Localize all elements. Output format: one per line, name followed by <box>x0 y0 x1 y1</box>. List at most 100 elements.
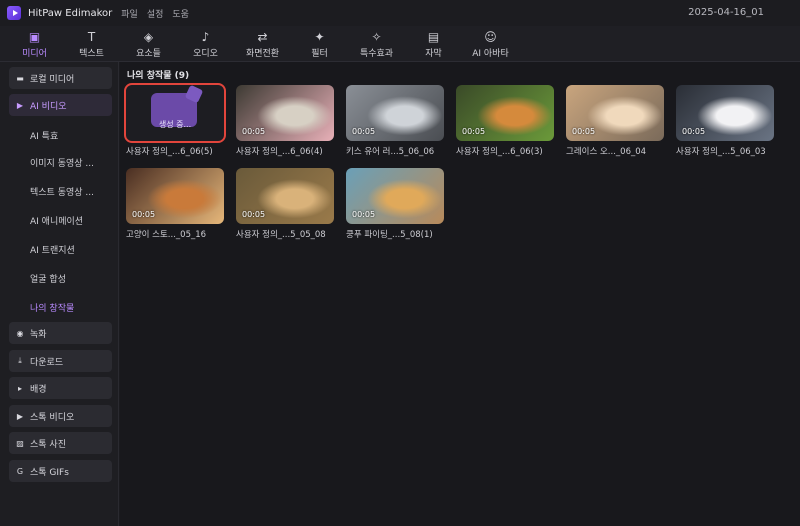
tab-elements[interactable]: ◈ 요소들 <box>120 26 177 62</box>
video-thumbnail[interactable]: 00:05 <box>456 85 554 141</box>
expand-arrow-icon: ▸ <box>17 383 22 393</box>
effects-icon: ✧ <box>371 29 382 44</box>
sidebar-item-expand-arrow[interactable]: ▸ 배경 <box>9 377 112 399</box>
media-card[interactable]: 00:05 사용자 정의_...5_05_08 <box>236 168 334 240</box>
sidebar-item-folder[interactable]: ▬ 로컬 미디어 <box>9 67 112 89</box>
tab-transition[interactable]: ⇄ 화면전환 <box>234 26 291 62</box>
media-caption: 사용자 정의_...6_06(3) <box>456 147 543 157</box>
sidebar-subitem[interactable]: AI 트랜지션 <box>30 243 75 256</box>
media-card[interactable]: 00:05 사용자 정의_...6_06(4) <box>236 85 334 157</box>
sidebar-item-download[interactable]: ⤓ 다운로드 <box>9 350 112 372</box>
sidebar-subitem[interactable]: 이미지 동영상 ... <box>30 156 94 169</box>
sidebar-item-label: 배경 <box>30 384 47 395</box>
tab-label: 미디어 <box>22 48 47 59</box>
title-bar: HitPaw Edimakor 파일 설정 도움 2025-04-16_01 <box>0 0 800 26</box>
app-name: HitPaw Edimakor <box>28 7 113 19</box>
menu-file[interactable]: 파일 <box>121 7 138 20</box>
sidebar-item-label: 스톡 비디오 <box>30 412 75 423</box>
tab-label: 요소들 <box>136 48 161 59</box>
tab-avatar[interactable]: ☺ AI 아바타 <box>462 26 519 62</box>
video-thumbnail[interactable]: 00:05 <box>236 168 334 224</box>
tab-effects[interactable]: ✧ 특수효과 <box>348 26 405 62</box>
duration-badge: 00:05 <box>242 127 266 136</box>
video-thumbnail[interactable]: 00:05 <box>566 85 664 141</box>
media-icon: ▣ <box>28 29 41 44</box>
media-card[interactable]: 생성 중... 사용자 정의_...6_06(5) <box>124 83 226 157</box>
generating-status: 생성 중... <box>158 120 192 129</box>
app-logo-icon <box>7 6 21 20</box>
duration-badge: 00:05 <box>132 210 156 219</box>
sidebar-subitem[interactable]: 얼굴 합성 <box>30 272 66 285</box>
elements-icon: ◈ <box>143 29 154 44</box>
menu-settings[interactable]: 설정 <box>147 7 164 20</box>
tab-text[interactable]: T 텍스트 <box>63 26 120 62</box>
main-toolbar: ▣ 미디어 T 텍스트 ◈ 요소들 ♪ 오디오 ⇄ 화면전환 ✦ 필터 ✧ 특수효과 ▤ 자막 ☺ AI 아바타 <box>0 26 800 62</box>
sidebar-item-label: 스톡 GIFs <box>30 467 69 478</box>
media-caption: 키스 유어 러...5_06_06 <box>346 147 435 157</box>
gif-icon: G <box>16 466 24 476</box>
project-name: 2025-04-16_01 <box>688 7 764 18</box>
duration-badge: 00:05 <box>462 127 486 136</box>
media-card[interactable]: 00:05 그레이스 오..._06_04 <box>566 85 664 157</box>
text-icon: T <box>87 29 96 44</box>
section-title: 나의 창작물 (9) <box>127 71 190 81</box>
media-caption: 쿵푸 파이팅_...5_08(1) <box>346 230 433 240</box>
duration-badge: 00:05 <box>682 127 706 136</box>
avatar-icon: ☺ <box>484 29 497 44</box>
generating-thumbnail[interactable]: 생성 중... <box>124 83 226 143</box>
media-caption: 사용자 정의_...5_05_08 <box>236 230 326 240</box>
sidebar-item-label: AI 비디오 <box>30 101 67 112</box>
sidebar-subitem[interactable]: AI 애니메이션 <box>30 214 83 227</box>
tab-label: 화면전환 <box>245 48 280 59</box>
tab-label: 특수효과 <box>359 48 394 59</box>
tab-label: 텍스트 <box>79 48 104 59</box>
duration-badge: 00:05 <box>352 127 376 136</box>
tab-filter[interactable]: ✦ 필터 <box>291 26 348 62</box>
duration-badge: 00:05 <box>352 210 376 219</box>
sidebar-item-gif[interactable]: G 스톡 GIFs <box>9 460 112 482</box>
tab-label: 필터 <box>311 48 328 59</box>
sidebar-subitem[interactable]: 나의 창작물 <box>30 301 74 314</box>
sidebar-item-label: 녹화 <box>30 329 47 340</box>
audio-icon: ♪ <box>201 29 210 44</box>
media-card[interactable]: 00:05 사용자 정의_...5_06_03 <box>676 85 774 157</box>
sidebar-item-stock-video[interactable]: ▶ 스톡 비디오 <box>9 405 112 427</box>
media-card[interactable]: 00:05 쿵푸 파이팅_...5_08(1) <box>346 168 444 240</box>
sidebar-subitem[interactable]: 텍스트 동영상 ... <box>30 185 94 198</box>
video-thumbnail[interactable]: 00:05 <box>236 85 334 141</box>
media-caption: 고양이 스토..._05_16 <box>126 230 207 240</box>
video-thumbnail[interactable]: 00:05 <box>126 168 224 224</box>
tab-label: 자막 <box>425 48 442 59</box>
media-content: 나의 창작물 (9) 생성 중... 사용자 정의_...6_06(5) 00:05… <box>120 62 800 526</box>
sidebar-item-label: 다운로드 <box>30 357 64 368</box>
media-card[interactable]: 00:05 사용자 정의_...6_06(3) <box>456 85 554 157</box>
filter-icon: ✦ <box>314 29 325 44</box>
tab-label: AI 아바타 <box>472 48 509 59</box>
media-card[interactable]: 00:05 키스 유어 러...5_06_06 <box>346 85 444 157</box>
tab-subtitle[interactable]: ▤ 자막 <box>405 26 462 62</box>
sidebar-item-record[interactable]: ◉ 녹화 <box>9 322 112 344</box>
sidebar-subitem[interactable]: AI 특효 <box>30 129 58 142</box>
media-card[interactable]: 00:05 고양이 스토..._05_16 <box>126 168 224 240</box>
sidebar: ▬ 로컬 미디어 ▶ AI 비디오 ◉ 녹화 ⤓ 다운로드 ▸ 배경 ▶ 스톡 비디오 ▨ 스톡 사진 G 스… <box>0 62 119 526</box>
tab-label: 오디오 <box>193 48 218 59</box>
menu-help[interactable]: 도움 <box>172 7 189 20</box>
ai-video-icon: ▶ <box>16 100 24 110</box>
sidebar-item-ai-video[interactable]: ▶ AI 비디오 <box>9 94 112 116</box>
media-caption: 사용자 정의_...6_06(5) <box>126 147 213 157</box>
stock-video-icon: ▶ <box>16 411 24 421</box>
media-caption: 그레이스 오..._06_04 <box>566 147 647 157</box>
tab-media[interactable]: ▣ 미디어 <box>6 26 63 62</box>
stock-photo-icon: ▨ <box>16 438 24 448</box>
video-thumbnail[interactable]: 00:05 <box>676 85 774 141</box>
sidebar-item-stock-photo[interactable]: ▨ 스톡 사진 <box>9 432 112 454</box>
video-thumbnail[interactable]: 00:05 <box>346 85 444 141</box>
transition-icon: ⇄ <box>257 29 268 44</box>
media-caption: 사용자 정의_...6_06(4) <box>236 147 323 157</box>
tab-audio[interactable]: ♪ 오디오 <box>177 26 234 62</box>
media-caption: 사용자 정의_...5_06_03 <box>676 147 766 157</box>
record-icon: ◉ <box>16 328 24 338</box>
video-thumbnail[interactable]: 00:05 <box>346 168 444 224</box>
download-icon: ⤓ <box>18 356 22 365</box>
sidebar-item-label: 스톡 사진 <box>30 439 66 450</box>
